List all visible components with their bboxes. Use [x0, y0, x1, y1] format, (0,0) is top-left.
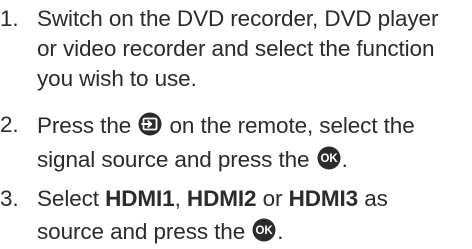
step-text: or	[262, 186, 283, 211]
step-text-line: signal source and press the OK .	[37, 146, 348, 173]
source-option-hdmi3: HDMI3	[288, 186, 359, 211]
step-text-line: source and press the OK .	[37, 218, 284, 245]
step-number: 3.	[0, 186, 19, 211]
input-source-icon	[138, 112, 162, 136]
ok-icon-label: OK	[320, 153, 338, 165]
step-text: .	[277, 219, 284, 244]
step-text-line: Select HDMI1, HDMI2 or HDMI3 as	[37, 186, 388, 212]
ok-icon-label: OK	[256, 225, 274, 237]
step-text: Select	[37, 186, 99, 211]
step-text: .	[341, 147, 348, 172]
step-text-line: you wish to use.	[37, 66, 197, 91]
source-option-hdmi1: HDMI1	[105, 186, 175, 211]
instruction-steps: 1. Switch on the DVD recorder, DVD playe…	[0, 0, 472, 249]
step-text-line: or video recorder and select the functio…	[37, 36, 435, 61]
ok-button-icon: OK	[252, 218, 276, 242]
step-text: Press the	[37, 113, 132, 138]
step-text: source and press the	[37, 219, 246, 244]
step-text-line: Switch on the DVD recorder, DVD player	[37, 6, 439, 31]
step-number: 2.	[0, 112, 19, 137]
step-text-line: Press the on the remote, select the	[37, 112, 415, 139]
source-option-hdmi2: HDMI2	[186, 186, 257, 211]
step-text: on the remote, select the	[169, 113, 415, 138]
step-text: as	[364, 186, 388, 211]
step-text: signal source and press the	[37, 147, 310, 172]
ok-button-icon: OK	[317, 146, 341, 170]
step-text: ,	[174, 186, 181, 211]
step-number: 1.	[0, 6, 19, 31]
